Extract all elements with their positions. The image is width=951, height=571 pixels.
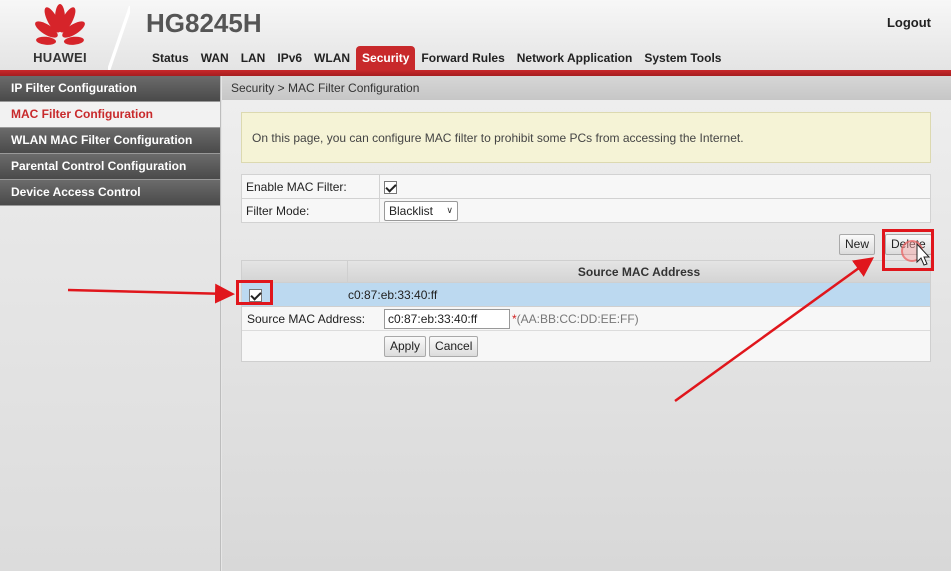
top-menu: Status WAN LAN IPv6 WLAN Security Forwar…	[146, 46, 727, 70]
header-divider	[108, 6, 130, 70]
delete-button[interactable]: Delete	[885, 234, 932, 255]
brand-name: HUAWEI	[33, 50, 87, 65]
sidebar-item-ip-filter[interactable]: IP Filter Configuration	[0, 76, 220, 102]
menu-network-application[interactable]: Network Application	[511, 46, 639, 70]
filter-mode-select[interactable]: Blacklist ∨	[384, 200, 458, 221]
menu-ipv6[interactable]: IPv6	[271, 46, 308, 70]
filter-mode-label: Filter Mode:	[241, 198, 380, 223]
menu-lan[interactable]: LAN	[235, 46, 272, 70]
menu-forward-rules[interactable]: Forward Rules	[415, 46, 510, 70]
enable-mac-filter-checkbox[interactable]	[384, 180, 397, 194]
mac-format-hint: *(AA:BB:CC:DD:EE:FF)	[512, 311, 639, 326]
huawei-logo: HUAWEI	[14, 4, 106, 66]
form-buttons: Apply Cancel	[242, 331, 930, 361]
menu-security[interactable]: Security	[356, 46, 416, 70]
row-mac-address: c0:87:eb:33:40:ff	[348, 287, 438, 302]
new-button[interactable]: New	[839, 234, 876, 255]
table-header: Source MAC Address	[242, 261, 930, 283]
menu-system-tools[interactable]: System Tools	[638, 46, 727, 70]
chevron-down-icon: ∨	[446, 205, 453, 215]
sidebar-item-mac-filter[interactable]: MAC Filter Configuration	[0, 102, 220, 128]
source-mac-label: Source MAC Address:	[247, 311, 366, 326]
breadcrumb: Security > MAC Filter Configuration	[222, 76, 951, 100]
edit-row: Source MAC Address: *(AA:BB:CC:DD:EE:FF)	[242, 307, 930, 331]
source-mac-header: Source MAC Address	[577, 265, 701, 279]
logout-link[interactable]: Logout	[887, 15, 931, 30]
table-row[interactable]: c0:87:eb:33:40:ff	[242, 283, 930, 307]
sidebar-item-device-access[interactable]: Device Access Control	[0, 180, 220, 206]
header: HUAWEI HG8245H Logout Status WAN LAN IPv…	[0, 0, 951, 70]
menu-status[interactable]: Status	[146, 46, 195, 70]
filter-settings-table: Enable MAC Filter: Filter Mode: Blacklis…	[241, 174, 931, 223]
apply-button[interactable]: Apply	[384, 335, 427, 357]
sidebar: IP Filter Configuration MAC Filter Confi…	[0, 76, 221, 571]
sidebar-item-parental-control[interactable]: Parental Control Configuration	[0, 154, 220, 180]
enable-mac-filter-label: Enable MAC Filter:	[241, 174, 380, 199]
huawei-petals-icon	[35, 4, 85, 45]
device-model: HG8245H	[146, 8, 262, 38]
menu-wan[interactable]: WAN	[195, 46, 235, 70]
main-content: Security > MAC Filter Configuration On t…	[222, 76, 951, 571]
row-select-checkbox[interactable]	[249, 288, 262, 302]
sidebar-item-wlan-mac-filter[interactable]: WLAN MAC Filter Configuration	[0, 128, 220, 154]
mac-filter-table: Source MAC Address c0:87:eb:33:40:ff Sou…	[241, 260, 931, 362]
source-mac-input[interactable]	[384, 308, 510, 329]
cancel-button[interactable]: Cancel	[429, 335, 479, 357]
menu-wlan[interactable]: WLAN	[308, 46, 356, 70]
info-message: On this page, you can configure MAC filt…	[241, 112, 931, 163]
filter-mode-value: Blacklist	[389, 203, 434, 218]
